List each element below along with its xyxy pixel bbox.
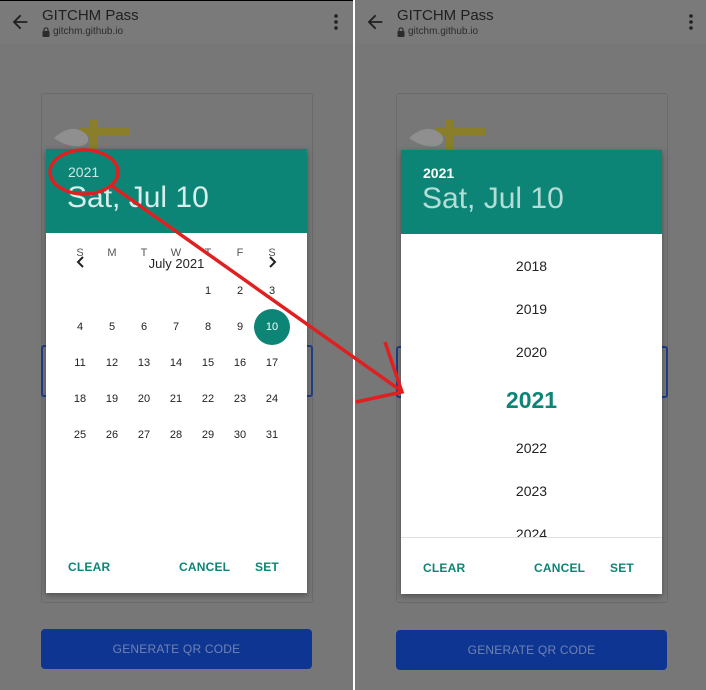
header-date: Sat, Jul 10 bbox=[67, 181, 209, 214]
date-picker-header: 2021 Sat, Jul 10 bbox=[46, 149, 307, 233]
header-date[interactable]: Sat, Jul 10 bbox=[422, 182, 564, 216]
calendar-day[interactable]: 24 bbox=[256, 381, 288, 417]
back-arrow-icon[interactable] bbox=[9, 11, 31, 33]
calendar-day[interactable]: 2 bbox=[224, 273, 256, 309]
date-picker-header: 2021 Sat, Jul 10 bbox=[401, 150, 662, 234]
year-option[interactable]: 2018 bbox=[401, 258, 662, 274]
logo-icon bbox=[54, 120, 130, 150]
weekday-header: F bbox=[236, 247, 244, 259]
calendar-day[interactable]: 21 bbox=[160, 381, 192, 417]
calendar-day[interactable]: 27 bbox=[128, 417, 160, 453]
calendar-day[interactable]: 26 bbox=[96, 417, 128, 453]
date-picker-dialog: 2021 Sat, Jul 10 July 2021 SMTWTFS123456… bbox=[46, 149, 307, 593]
calendar-day[interactable]: 16 bbox=[224, 345, 256, 381]
left-screenshot: GITCHM Pass gitchm.github.io 2021 Sat, J… bbox=[0, 0, 353, 690]
cancel-button[interactable]: CANCEL bbox=[179, 560, 230, 574]
calendar-day[interactable]: 14 bbox=[160, 345, 192, 381]
year-option[interactable]: 2024 bbox=[401, 526, 662, 537]
back-arrow-icon[interactable] bbox=[364, 11, 386, 33]
url-text: gitchm.github.io bbox=[53, 26, 124, 37]
calendar-day[interactable]: 22 bbox=[192, 381, 224, 417]
weekday-header: W bbox=[170, 247, 182, 259]
calendar-day[interactable]: 4 bbox=[64, 309, 96, 345]
weekday-header: M bbox=[107, 247, 117, 259]
weekday-header: S bbox=[76, 247, 84, 259]
calendar-day[interactable]: 9 bbox=[224, 309, 256, 345]
clear-button[interactable]: CLEAR bbox=[423, 561, 465, 575]
set-button[interactable]: SET bbox=[255, 560, 279, 574]
header-year[interactable]: 2021 bbox=[68, 164, 99, 180]
calendar-day[interactable]: 25 bbox=[64, 417, 96, 453]
calendar-day[interactable]: 11 bbox=[64, 345, 96, 381]
clear-button[interactable]: CLEAR bbox=[68, 560, 110, 574]
app-url: gitchm.github.io bbox=[397, 26, 478, 37]
header-year[interactable]: 2021 bbox=[423, 165, 454, 181]
dialog-actions: CLEAR CANCEL SET bbox=[401, 550, 662, 596]
weekday-header: T bbox=[204, 247, 212, 259]
calendar-day[interactable]: 30 bbox=[224, 417, 256, 453]
calendar-day[interactable]: 12 bbox=[96, 345, 128, 381]
year-option[interactable]: 2019 bbox=[401, 301, 662, 317]
calendar-day[interactable]: 5 bbox=[96, 309, 128, 345]
calendar-day[interactable]: 7 bbox=[160, 309, 192, 345]
generate-qr-button[interactable]: GENERATE QR CODE bbox=[41, 629, 312, 669]
calendar-day[interactable]: 31 bbox=[256, 417, 288, 453]
calendar-day[interactable]: 6 bbox=[128, 309, 160, 345]
dialog-actions: CLEAR CANCEL SET bbox=[46, 549, 307, 595]
right-screenshot: GITCHM Pass gitchm.github.io 2021 Sat, J… bbox=[355, 0, 706, 690]
lock-icon bbox=[42, 26, 50, 37]
calendar-day[interactable]: 17 bbox=[256, 345, 288, 381]
more-options-icon[interactable] bbox=[333, 13, 339, 31]
year-picker-dialog: 2021 Sat, Jul 10 2018 2019 2020 2021 2022 202… bbox=[401, 150, 662, 594]
set-button[interactable]: SET bbox=[610, 561, 634, 575]
app-title: GITCHM Pass bbox=[397, 7, 494, 24]
weekday-header: T bbox=[140, 247, 148, 259]
year-option[interactable]: 2022 bbox=[401, 440, 662, 456]
calendar-day[interactable]: 19 bbox=[96, 381, 128, 417]
year-option[interactable]: 2020 bbox=[401, 344, 662, 360]
selected-year[interactable]: 2021 bbox=[401, 387, 662, 414]
calendar-day[interactable]: 28 bbox=[160, 417, 192, 453]
generate-qr-button[interactable]: GENERATE QR CODE bbox=[396, 630, 667, 670]
calendar-grid: S M T W T F S 1 2 3 4 5 6 7 8 9 10 11 12 13 14 15 16 17 18 19 20 21… bbox=[64, 247, 290, 531]
selected-day[interactable]: 10 bbox=[256, 309, 288, 345]
app-bar: GITCHM Pass gitchm.github.io bbox=[0, 0, 353, 44]
calendar-day[interactable]: 3 bbox=[256, 273, 288, 309]
year-option[interactable]: 2023 bbox=[401, 483, 662, 499]
url-text: gitchm.github.io bbox=[408, 26, 479, 37]
calendar-day[interactable]: 8 bbox=[192, 309, 224, 345]
calendar-day[interactable]: 23 bbox=[224, 381, 256, 417]
calendar-day[interactable]: 29 bbox=[192, 417, 224, 453]
cancel-button[interactable]: CANCEL bbox=[534, 561, 585, 575]
calendar-day[interactable]: 18 bbox=[64, 381, 96, 417]
calendar-day[interactable]: 20 bbox=[128, 381, 160, 417]
calendar-day[interactable]: 1 bbox=[192, 273, 224, 309]
app-title: GITCHM Pass bbox=[42, 7, 139, 24]
year-list: 2018 2019 2020 2021 2022 2023 2024 bbox=[401, 234, 662, 538]
lock-icon bbox=[397, 26, 405, 37]
calendar-day[interactable]: 15 bbox=[192, 345, 224, 381]
weekday-header: S bbox=[268, 247, 276, 259]
app-bar: GITCHM Pass gitchm.github.io bbox=[355, 0, 706, 44]
more-options-icon[interactable] bbox=[688, 13, 694, 31]
app-url: gitchm.github.io bbox=[42, 26, 123, 37]
calendar-day[interactable]: 13 bbox=[128, 345, 160, 381]
top-divider bbox=[0, 0, 353, 1]
logo-icon bbox=[409, 120, 485, 150]
